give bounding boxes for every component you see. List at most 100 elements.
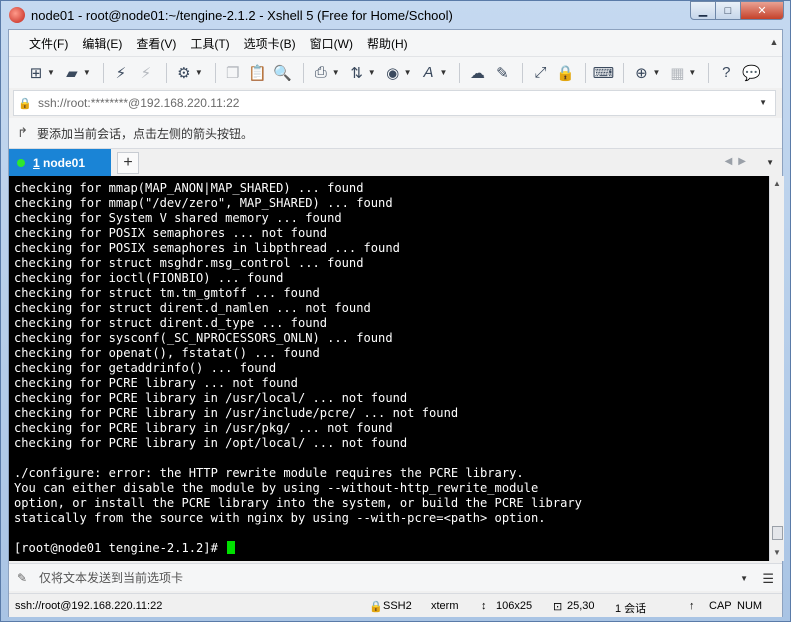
compose-icon[interactable]: ✎ (17, 571, 39, 585)
menu-help[interactable]: 帮助(H) (367, 35, 408, 52)
terminal-line: checking for ioctl(FIONBIO) ... found (14, 271, 284, 285)
tab-bar: 1 node01 + ◀▶ ▼ (9, 148, 782, 177)
xftp-icon[interactable]: ☁ (466, 62, 488, 84)
menu-edit[interactable]: 编辑(E) (82, 35, 122, 52)
terminal-prompt-line[interactable]: [root@node01 tengine-2.1.2]# (9, 541, 769, 556)
hint-text: 要添加当前会话，点击左侧的箭头按钮。 (37, 126, 254, 141)
terminal-line: checking for struct dirent.d_type ... fo… (14, 316, 328, 330)
terminal-line: checking for sysconf(_SC_NPROCESSORS_ONL… (14, 331, 393, 345)
transfer-icon[interactable]: ⇅ (346, 62, 368, 84)
tab-number: 1 (33, 156, 40, 170)
window-controls: ▁ □ ✕ (690, 1, 784, 20)
chevron-down-icon[interactable]: ▼ (440, 68, 448, 77)
status-num: NUM (737, 600, 763, 612)
menu-view[interactable]: 查看(V) (136, 35, 176, 52)
terminal-line: checking for PCRE library in /usr/includ… (14, 406, 459, 420)
close-button[interactable]: ✕ (740, 1, 784, 20)
globe-icon[interactable]: ◉ (382, 62, 404, 84)
chevron-down-icon[interactable]: ▼ (195, 68, 203, 77)
scroll-up-arrow-icon[interactable]: ▲ (770, 176, 784, 191)
chevron-down-icon[interactable]: ▼ (652, 68, 660, 77)
session-hint-bar: ↱ 要添加当前会话，点击左侧的箭头按钮。 (9, 118, 782, 148)
terminal-line: checking for struct msghdr.msg_control .… (14, 256, 364, 270)
find-icon[interactable]: 🔍 (272, 62, 294, 84)
chevron-down-icon[interactable]: ▼ (759, 98, 767, 107)
tab-node01[interactable]: 1 node01 (9, 149, 111, 177)
hamburger-menu-icon[interactable]: ☰ (762, 571, 774, 587)
maximize-button[interactable]: □ (715, 1, 741, 20)
paste-icon[interactable]: 📋 (247, 62, 269, 84)
properties-icon[interactable]: ⚙ (173, 62, 195, 84)
status-protocol: SSH2 (383, 600, 412, 612)
toolbar-divider (459, 62, 461, 83)
terminal-line: checking for POSIX semaphores in libpthr… (14, 241, 400, 255)
terminal-line: checking for PCRE library ... not found (14, 376, 298, 390)
chevron-down-icon[interactable]: ▼ (404, 68, 412, 77)
status-connection: ssh://root@192.168.220.11:22 (15, 600, 163, 612)
terminal-line: option, or install the PCRE library into… (14, 496, 582, 510)
menu-tools[interactable]: 工具(T) (190, 35, 229, 52)
title-bar[interactable]: node01 - root@node01:~/tengine-2.1.2 - X… (1, 1, 790, 29)
status-cap: CAP (709, 600, 732, 612)
fullscreen-icon[interactable]: ⤢ (529, 62, 551, 84)
status-arrow-icon: ↑ (689, 600, 695, 612)
toolbar: ⊞ ▼ ▰ ▼ ⚡ ⚡ ⚙ ▼ ❐ 📋 🔍 ⎙ ▼ ⇅ ▼ ◉ ▼ A ▼ ☁ … (9, 56, 782, 88)
minimize-button[interactable]: ▁ (690, 1, 716, 20)
scrollbar-thumb[interactable] (772, 526, 783, 540)
chat-icon[interactable]: 💬 (740, 62, 762, 84)
terminal-line: checking for struct dirent.d_namlen ... … (14, 301, 371, 315)
print-icon[interactable]: ⎙ (310, 62, 332, 84)
add-tab-button[interactable]: + (117, 152, 139, 174)
terminal-cursor (227, 541, 236, 554)
new-session-icon[interactable]: ⊞ (25, 62, 47, 84)
chevron-down-icon[interactable]: ▼ (47, 68, 55, 77)
scroll-down-arrow-icon[interactable]: ▼ (770, 545, 784, 560)
open-folder-icon[interactable]: ▰ (61, 62, 83, 84)
terminal-line: You can either disable the module by usi… (14, 481, 539, 495)
layout-icon[interactable]: ▦ (666, 62, 688, 84)
toolbar-divider (102, 62, 104, 83)
client-area: 文件(F) 编辑(E) 查看(V) 工具(T) 选项卡(B) 窗口(W) 帮助(… (8, 29, 784, 617)
terminal-line: checking for mmap("/dev/zero", MAP_SHARE… (14, 196, 393, 210)
compose-input[interactable]: 仅将文本发送到当前选项卡 (39, 569, 183, 586)
xshell-window: node01 - root@node01:~/tengine-2.1.2 - X… (0, 0, 791, 622)
compose-bar: ✎ 仅将文本发送到当前选项卡 ▼ ☰ (9, 563, 782, 591)
toolbar-divider (165, 62, 167, 83)
arrow-icon[interactable]: ↱ (17, 125, 37, 141)
menu-file[interactable]: 文件(F) (29, 35, 68, 52)
lock-icon: 🔒 (18, 97, 32, 110)
menu-window[interactable]: 窗口(W) (310, 35, 353, 52)
help-icon[interactable]: ? (715, 62, 737, 84)
script-icon[interactable]: ✎ (491, 62, 513, 84)
toolbar-divider (585, 62, 587, 83)
chevron-down-icon[interactable]: ▼ (368, 68, 376, 77)
connected-status-icon (17, 159, 25, 167)
chevron-down-icon[interactable]: ▼ (332, 68, 340, 77)
terminal-line: checking for System V shared memory ... … (14, 211, 342, 225)
terminal-line: checking for POSIX semaphores ... not fo… (14, 226, 328, 240)
keyboard-icon[interactable]: ⌨ (592, 62, 615, 84)
terminal-line: checking for struct tm.tm_gmtoff ... fou… (14, 286, 320, 300)
menu-tab[interactable]: 选项卡(B) (244, 35, 296, 52)
terminal[interactable]: checking for mmap(MAP_ANON|MAP_SHARED) .… (9, 176, 769, 561)
chevron-up-icon[interactable]: ▲ (768, 34, 780, 50)
disconnect-icon[interactable]: ⚡ (135, 62, 157, 84)
chevron-down-icon[interactable]: ▼ (83, 68, 91, 77)
font-icon[interactable]: A (418, 62, 440, 84)
chevron-down-icon[interactable]: ▼ (766, 158, 774, 167)
address-input[interactable]: ssh://root:********@192.168.220.11:22 (38, 96, 239, 110)
lock-icon[interactable]: 🔒 (554, 62, 576, 84)
terminal-prompt: [root@node01 tengine-2.1.2]# (14, 541, 226, 555)
chevron-down-icon[interactable]: ▼ (688, 68, 696, 77)
chevron-down-icon[interactable]: ▼ (740, 574, 748, 583)
terminal-line: checking for mmap(MAP_ANON|MAP_SHARED) .… (14, 181, 364, 195)
connect-icon[interactable]: ⚡ (110, 62, 132, 84)
add-pane-icon[interactable]: ⊕ (630, 62, 652, 84)
status-size: 106x25 (496, 600, 533, 612)
terminal-scrollbar[interactable]: ▲ ▼ (769, 176, 784, 561)
address-bar[interactable]: 🔒 ssh://root:********@192.168.220.11:22 … (13, 90, 776, 116)
copy-icon[interactable]: ❐ (222, 62, 244, 84)
tab-scroll-arrows-icon[interactable]: ◀▶ (725, 156, 752, 167)
